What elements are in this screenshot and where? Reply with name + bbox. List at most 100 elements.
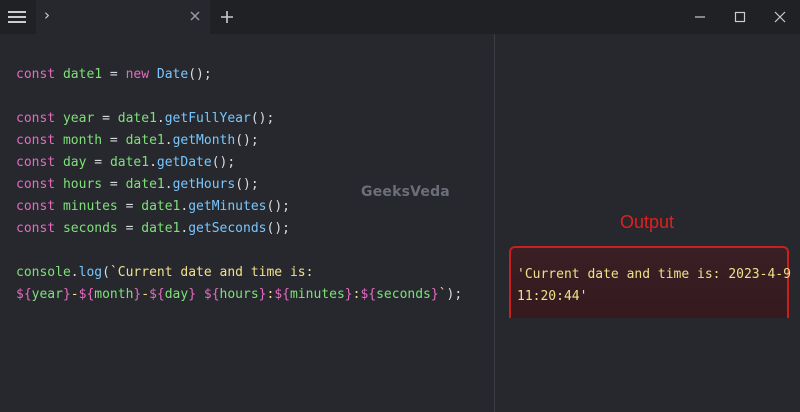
code-token: ${: [360, 287, 377, 302]
code-token: hours: [219, 287, 259, 302]
code-token: date1: [109, 155, 150, 170]
code-token: }: [62, 287, 71, 302]
output-box: 'Current date and time is: 2023-4-9 11:2…: [509, 246, 791, 318]
code-token: -: [141, 287, 150, 302]
code-token: =: [102, 67, 126, 82]
code-token: ();: [250, 111, 275, 126]
minimize-icon: [695, 16, 705, 18]
code-token: ${: [16, 287, 32, 302]
tab-title: ›: [44, 6, 50, 24]
code-token: ();: [235, 133, 259, 148]
code-token: const: [16, 221, 56, 236]
code-token: (: [102, 265, 110, 280]
code-token: }: [430, 287, 439, 302]
code-line: const day = date1.getDate();: [16, 152, 462, 174]
code-token: date1: [62, 67, 103, 82]
code-token: const: [16, 111, 56, 126]
code-token: .: [149, 155, 157, 170]
code-token: .: [164, 177, 173, 192]
code-token: );: [446, 287, 463, 302]
window-close-button[interactable]: [760, 0, 800, 34]
code-token: date1: [125, 177, 165, 192]
code-token: date1: [141, 199, 181, 214]
code-token: getFullYear: [164, 111, 251, 126]
code-token: const: [16, 133, 56, 148]
code-line: const month = date1.getMonth();: [16, 130, 462, 152]
code-token: ${: [203, 287, 220, 302]
code-token: hours: [62, 177, 103, 192]
code-token: ();: [188, 67, 212, 82]
code-token: minutes: [62, 199, 118, 214]
code-line: ${year}-${month}-${day} ${hours}:${minut…: [16, 284, 462, 306]
code-token: console: [16, 265, 71, 280]
code-token: date1: [141, 221, 181, 236]
code-line: const seconds = date1.getSeconds();: [16, 218, 462, 240]
code-token: const: [16, 155, 56, 170]
code-token: const: [16, 67, 56, 82]
code-token: .: [156, 111, 165, 126]
code-token: =: [117, 221, 142, 236]
hamburger-icon: [8, 11, 26, 23]
code-token: `: [438, 287, 447, 302]
code-token: month: [94, 287, 134, 302]
watermark: GeeksVeda: [361, 184, 450, 200]
code-token: getMonth: [172, 133, 236, 148]
close-icon: [774, 11, 786, 23]
code-token: seconds: [376, 287, 431, 302]
code-token: getMinutes: [188, 199, 267, 214]
output-line: 'Current date and time is: 2023-4-9: [517, 267, 791, 282]
new-tab-icon[interactable]: [218, 8, 236, 26]
code-token: -: [70, 287, 79, 302]
code-token: date1: [125, 133, 165, 148]
code-token: const: [16, 177, 56, 192]
code-token: log: [78, 265, 103, 280]
code-token: month: [62, 133, 103, 148]
code-token: getHours: [172, 177, 236, 192]
code-token: ${: [149, 287, 165, 302]
code-token: const: [16, 199, 56, 214]
code-token: ${: [274, 287, 290, 302]
code-token: ();: [235, 177, 259, 192]
code-token: Date: [156, 67, 189, 82]
output-text: 'Current date and time is: 2023-4-9 11:2…: [517, 264, 791, 308]
code-line: const year = date1.getFullYear();: [16, 108, 462, 130]
code-token: }: [344, 287, 353, 302]
code-token: }: [258, 287, 267, 302]
menu-button[interactable]: [0, 0, 34, 34]
code-token: minutes: [289, 287, 345, 302]
tab-close-icon[interactable]: [188, 9, 202, 23]
code-token: =: [102, 177, 126, 192]
maximize-icon: [734, 11, 746, 23]
code-token: =: [117, 199, 142, 214]
output-line: 11:20:44': [517, 289, 588, 304]
code-token: ();: [266, 199, 290, 214]
code-token: new: [125, 67, 150, 82]
code-token: =: [102, 133, 126, 148]
code-token: getDate: [156, 155, 212, 170]
maximize-button[interactable]: [720, 0, 760, 34]
code-editor[interactable]: const date1 = new Date(); const year = da…: [0, 34, 494, 412]
code-token: year: [31, 287, 63, 302]
code-token: ${: [78, 287, 95, 302]
code-token: =: [94, 111, 118, 126]
title-bar: ›: [0, 0, 800, 34]
code-token: }: [188, 287, 197, 302]
code-token: =: [86, 155, 110, 170]
minimize-button[interactable]: [680, 0, 720, 34]
code-token: `Current date and time is:: [109, 265, 314, 280]
code-token: getSeconds: [188, 221, 267, 236]
code-token: .: [164, 133, 173, 148]
code-token: year: [62, 111, 95, 126]
code-line: const date1 = new Date();: [16, 64, 462, 86]
tab-active[interactable]: ›: [36, 0, 210, 34]
